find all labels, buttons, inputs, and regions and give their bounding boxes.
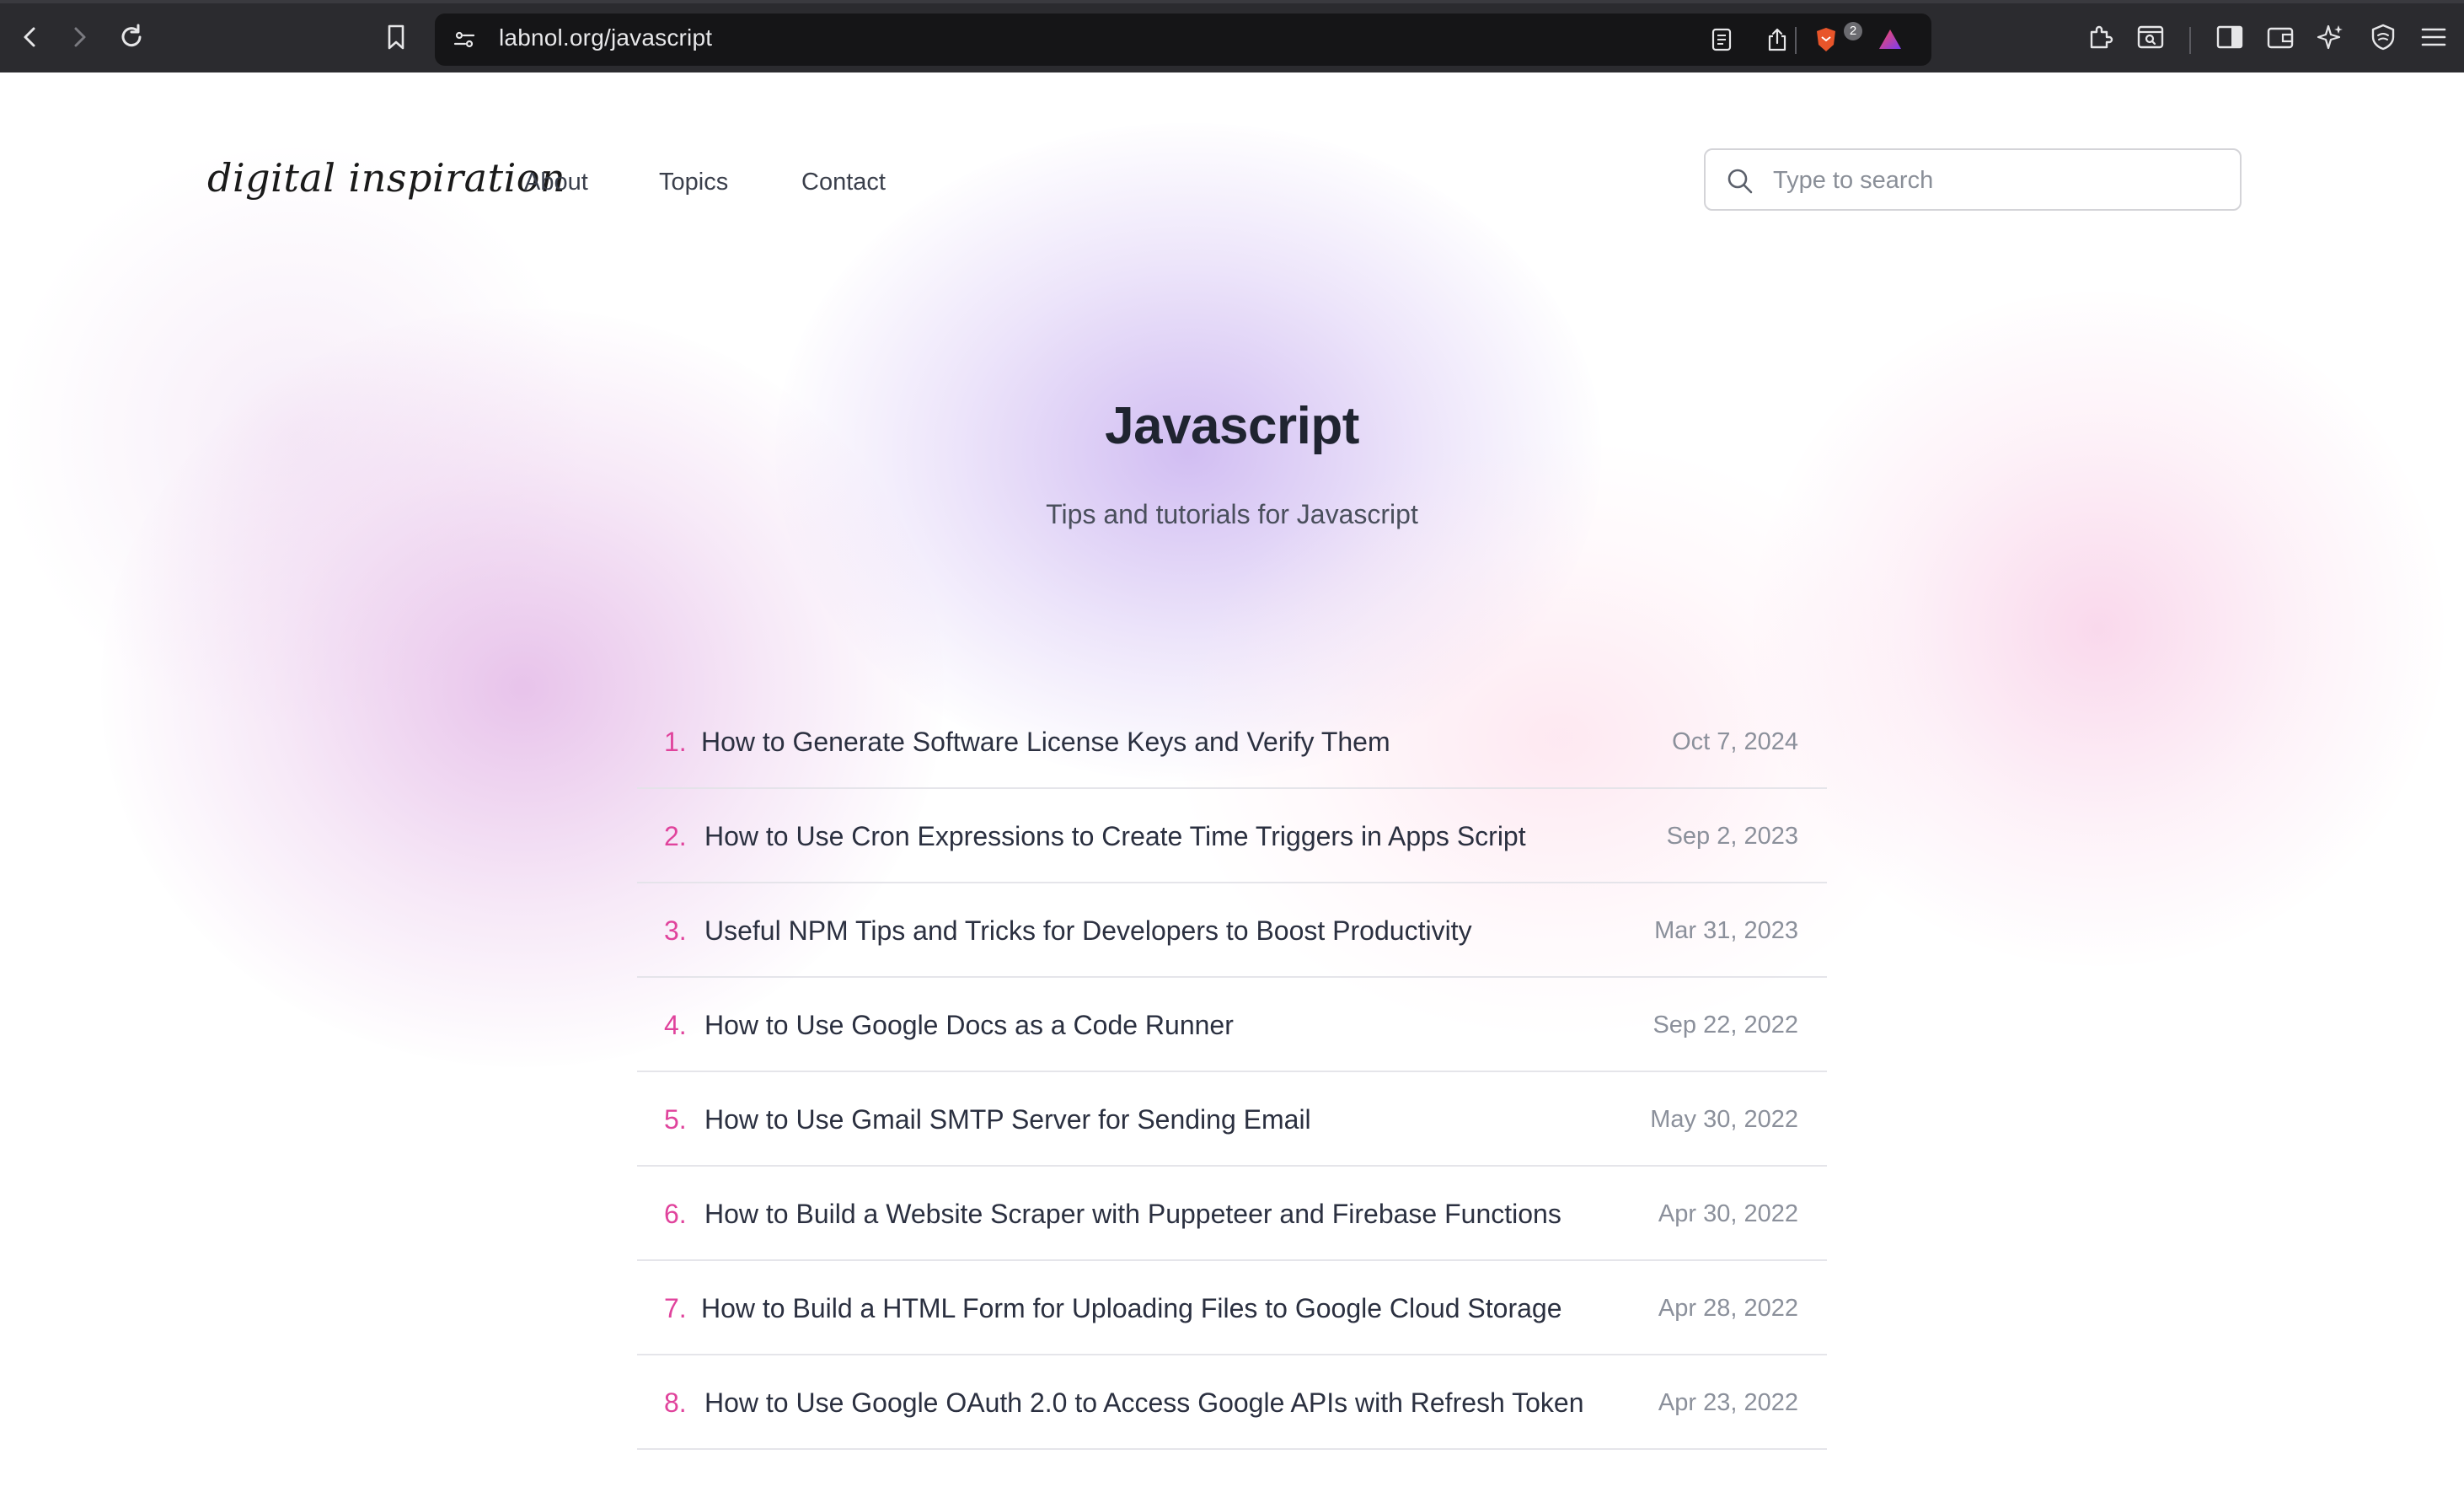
article-date: May 30, 2022 — [1650, 1106, 1798, 1133]
web-page: digital inspiration About Topics Contact… — [0, 72, 2464, 1492]
search-tab-button[interactable] — [2132, 19, 2169, 56]
article-date: Apr 23, 2022 — [1658, 1389, 1798, 1416]
list-item[interactable]: 6. How to Build a Website Scraper with P… — [637, 1167, 1827, 1261]
page-title: Javascript — [1105, 397, 1359, 455]
sidebar-icon — [2216, 25, 2243, 49]
reader-mode-icon[interactable] — [1709, 27, 1734, 52]
list-item[interactable]: 3. Useful NPM Tips and Tricks for Develo… — [637, 883, 1827, 978]
background-gradient — [1753, 292, 2444, 966]
reload-icon — [121, 24, 142, 47]
menu-button[interactable] — [2415, 19, 2452, 56]
list-number: 5. — [664, 1104, 687, 1135]
list-number: 2. — [664, 821, 687, 851]
sparkle-icon — [2317, 24, 2343, 50]
browser-toolbar: labnol.org/javascript 2 — [0, 0, 2464, 72]
window-search-icon — [2137, 25, 2164, 49]
url-divider — [1795, 27, 1797, 54]
reload-button[interactable] — [113, 19, 150, 56]
chevron-right-icon — [74, 27, 86, 47]
list-item[interactable]: 2. How to Use Cron Expressions to Create… — [637, 789, 1827, 883]
forward-button[interactable] — [61, 19, 98, 56]
puzzle-icon — [2090, 25, 2113, 49]
leo-ai-button[interactable] — [2312, 19, 2349, 56]
wallet-button[interactable] — [2262, 19, 2299, 56]
article-title-link[interactable]: How to Build a HTML Form for Uploading F… — [701, 1293, 1562, 1324]
brave-shields-icon[interactable] — [1813, 27, 1839, 52]
nav-about-link[interactable]: About — [524, 169, 588, 196]
list-item[interactable]: 8. How to Use Google OAuth 2.0 to Access… — [637, 1355, 1827, 1450]
list-number: 4. — [664, 1010, 687, 1040]
list-number: 3. — [664, 915, 687, 946]
list-number: 7. — [664, 1293, 687, 1323]
bookmark-button[interactable] — [378, 19, 415, 56]
article-title-link[interactable]: Useful NPM Tips and Tricks for Developer… — [704, 915, 1472, 947]
nav-topics-link[interactable]: Topics — [659, 169, 728, 196]
article-date: Mar 31, 2023 — [1654, 917, 1798, 944]
share-icon[interactable] — [1765, 27, 1790, 52]
list-number: 1. — [664, 727, 687, 757]
back-button[interactable] — [12, 19, 49, 56]
search-icon — [1727, 169, 1753, 194]
article-title-link[interactable]: How to Use Google Docs as a Code Runner — [704, 1010, 1234, 1041]
list-number: 8. — [664, 1387, 687, 1418]
list-item[interactable]: 7. How to Build a HTML Form for Uploadin… — [637, 1261, 1827, 1355]
page-subtitle: Tips and tutorials for Javascript — [1046, 499, 1418, 529]
article-title-link[interactable]: How to Build a Website Scraper with Pupp… — [704, 1199, 1561, 1230]
shields-count-badge: 2 — [1844, 22, 1862, 40]
wallet-icon — [2267, 27, 2294, 49]
address-bar[interactable]: labnol.org/javascript 2 — [435, 13, 1931, 66]
article-date: Sep 2, 2023 — [1666, 823, 1798, 850]
extensions-button[interactable] — [2081, 19, 2119, 56]
hamburger-menu-icon — [2421, 28, 2446, 46]
list-item[interactable]: 5. How to Use Gmail SMTP Server for Send… — [637, 1072, 1827, 1167]
list-number: 6. — [664, 1199, 687, 1229]
site-logo[interactable]: digital inspiration — [207, 155, 565, 201]
url-text[interactable]: labnol.org/javascript — [499, 24, 712, 51]
bookmark-icon — [388, 24, 404, 50]
search-placeholder: Type to search — [1773, 167, 1934, 194]
article-title-link[interactable]: How to Generate Software License Keys an… — [701, 727, 1390, 758]
article-date: Sep 22, 2022 — [1652, 1012, 1798, 1038]
search-input[interactable]: Type to search — [1704, 148, 2242, 211]
vpn-button[interactable] — [2365, 19, 2402, 56]
site-settings-icon[interactable] — [452, 27, 477, 52]
nav-contact-link[interactable]: Contact — [801, 169, 886, 196]
shield-icon — [2371, 24, 2395, 51]
article-date: Oct 7, 2024 — [1672, 728, 1798, 755]
list-item[interactable]: 1. How to Generate Software License Keys… — [637, 695, 1827, 789]
chevron-left-icon — [24, 27, 35, 47]
sidebar-button[interactable] — [2211, 19, 2248, 56]
list-item[interactable]: 4. How to Use Google Docs as a Code Runn… — [637, 978, 1827, 1072]
article-title-link[interactable]: How to Use Google OAuth 2.0 to Access Go… — [704, 1387, 1584, 1419]
brave-rewards-icon[interactable] — [1877, 27, 1903, 52]
article-title-link[interactable]: How to Use Cron Expressions to Create Ti… — [704, 821, 1526, 852]
article-title-link[interactable]: How to Use Gmail SMTP Server for Sending… — [704, 1104, 1311, 1135]
article-date: Apr 30, 2022 — [1658, 1200, 1798, 1227]
toolbar-divider — [2189, 27, 2191, 54]
article-list: 1. How to Generate Software License Keys… — [637, 695, 1827, 1450]
article-date: Apr 28, 2022 — [1658, 1295, 1798, 1322]
